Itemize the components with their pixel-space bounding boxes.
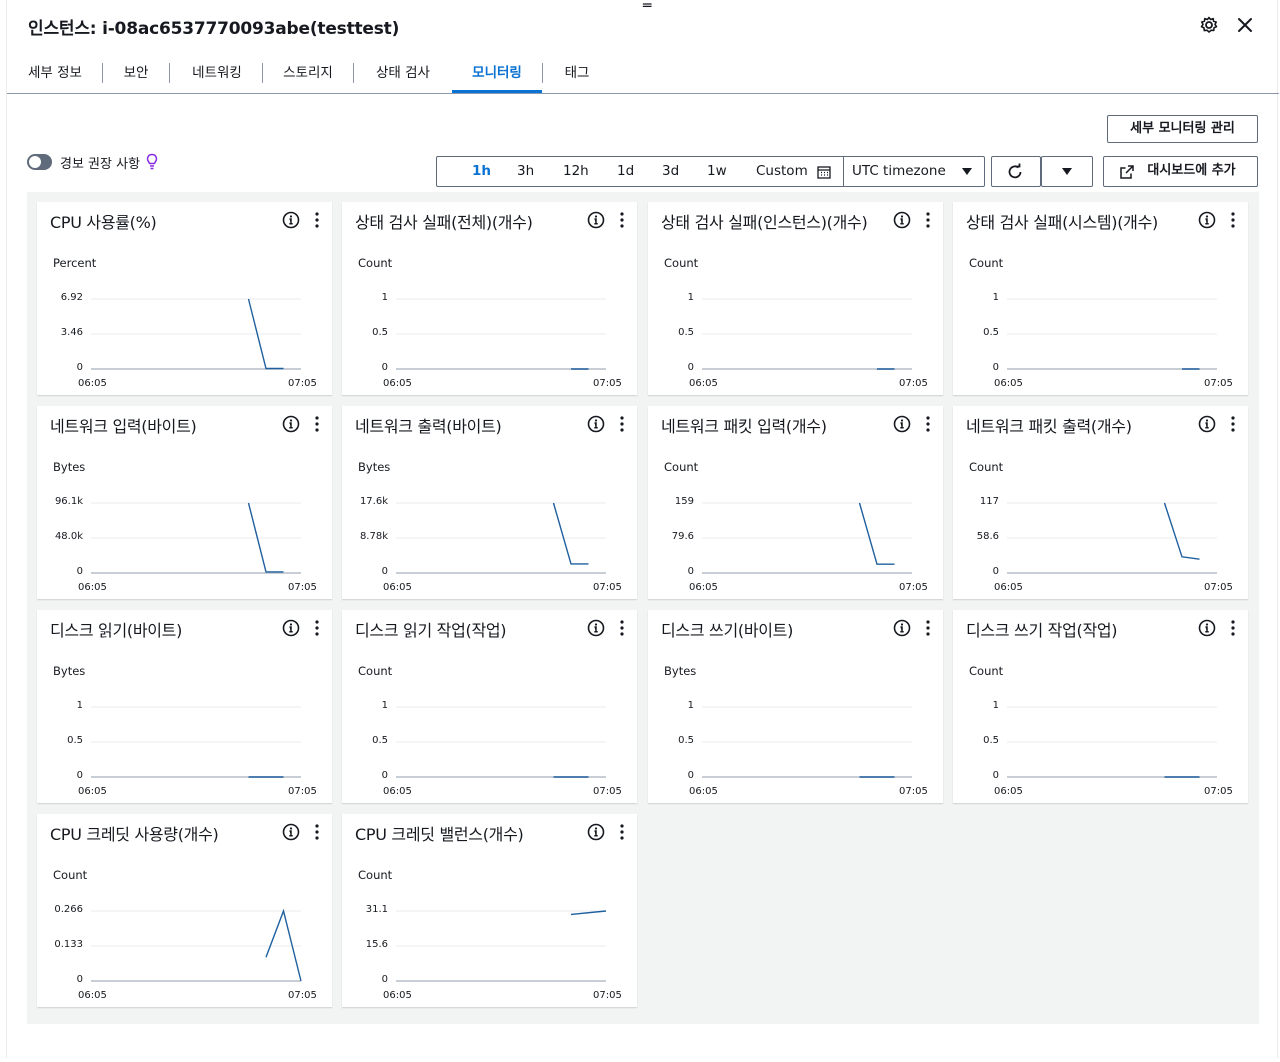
tab-details[interactable]: 세부 정보	[27, 54, 83, 92]
range-1w[interactable]: 1w	[707, 157, 727, 186]
line-chart	[91, 502, 301, 574]
line-chart	[396, 298, 606, 370]
refresh-button[interactable]	[991, 156, 1041, 187]
tab-storage[interactable]: 스토리지	[281, 54, 335, 92]
line-chart	[702, 298, 912, 370]
manage-detailed-monitoring-button[interactable]: 세부 모니터링 관리	[1107, 115, 1258, 143]
metric-card: CPU 사용률(%) Percent 6.92 3.46 0 06:05 07:05	[37, 202, 332, 395]
range-1h[interactable]: 1h	[472, 157, 491, 186]
metric-card: CPU 크레딧 사용량(개수) Count 0.266 0.133 0 06:05 07:0…	[37, 814, 332, 1007]
line-chart	[396, 910, 607, 982]
metric-card: 네트워크 패킷 출력(개수) Count 117 58.6 0 06:05 07:05	[953, 406, 1248, 599]
range-custom[interactable]: Custom	[756, 157, 808, 186]
range-3h[interactable]: 3h	[517, 157, 534, 186]
tab-tags[interactable]: 태그	[563, 54, 591, 92]
time-range-selector: 1h 3h 12h 1d 3d 1w Custom UTC timezone	[436, 156, 985, 187]
line-chart	[1007, 298, 1217, 370]
metric-card: 네트워크 입력(바이트) Bytes 96.1k 48.0k 0 06:05 07:05	[37, 406, 332, 599]
calendar-icon[interactable]	[817, 165, 831, 179]
series-line	[858, 502, 895, 565]
metric-card: 상태 검사 실패(전체)(개수) Count 1 0.5 0 06:05 07:05	[342, 202, 637, 395]
gear-icon[interactable]	[1198, 14, 1220, 36]
series-line	[552, 502, 589, 565]
range-12h[interactable]: 12h	[563, 157, 589, 186]
tab-bar: 세부 정보 보안 네트워킹 스토리지 상태 검사 모니터링 태그	[7, 54, 1279, 94]
add-to-dashboard-label: 대시보드에 추가	[1147, 163, 1236, 178]
tab-monitoring[interactable]: 모니터링	[452, 54, 542, 93]
lightbulb-icon[interactable]	[146, 153, 158, 170]
metric-card: 상태 검사 실패(시스템)(개수) Count 1 0.5 0 06:05 07:05	[953, 202, 1248, 395]
resize-handle-icon[interactable]: ═	[643, 0, 651, 13]
line-chart	[702, 502, 912, 574]
line-chart	[91, 298, 301, 370]
line-chart	[1007, 502, 1217, 574]
line-chart	[396, 706, 606, 778]
metric-card: 디스크 읽기 작업(작업) Count 1 0.5 0 06:05 07:05	[342, 610, 637, 803]
range-1d[interactable]: 1d	[617, 157, 634, 186]
metric-card: CPU 크레딧 밸런스(개수) Count 31.1 15.6 0 06:05 07:05	[342, 814, 637, 1007]
tab-security[interactable]: 보안	[121, 54, 151, 92]
metric-card: 디스크 쓰기(바이트) Bytes 1 0.5 0 06:05 07:05	[648, 610, 943, 803]
instance-detail-panel: ═ 인스턴스: i-08ac6537770093abe(testtest) 세부…	[6, 0, 1279, 1058]
refresh-icon	[1008, 163, 1022, 179]
alarm-recommendations-toggle[interactable]	[27, 154, 52, 170]
external-link-icon	[1120, 165, 1134, 179]
line-chart	[91, 706, 301, 778]
page-title: 인스턴스: i-08ac6537770093abe(testtest)	[28, 19, 400, 39]
series-line	[570, 910, 607, 916]
metric-card: 상태 검사 실패(인스턴스)(개수) Count 1 0.5 0 06:05 07:05	[648, 202, 943, 395]
line-chart	[1007, 706, 1217, 778]
tab-status-checks[interactable]: 상태 검사	[373, 54, 433, 92]
refresh-options-dropdown[interactable]	[1041, 156, 1093, 187]
metric-card: 디스크 읽기(바이트) Bytes 1 0.5 0 06:05 07:05	[37, 610, 332, 803]
tab-networking[interactable]: 네트워킹	[189, 54, 245, 92]
line-chart	[91, 908, 302, 982]
range-3d[interactable]: 3d	[662, 157, 679, 186]
line-chart	[702, 706, 912, 778]
series-line	[1163, 502, 1200, 560]
metrics-grid: CPU 사용률(%) Percent 6.92 3.46 0 06:05 07:05 상태 검…	[27, 192, 1259, 1024]
caret-down-icon	[1062, 168, 1072, 175]
timezone-select[interactable]: UTC timezone	[852, 157, 946, 186]
metric-card: 디스크 쓰기 작업(작업) Count 1 0.5 0 06:05 07:05	[953, 610, 1248, 803]
metric-card: 네트워크 패킷 입력(개수) Count 159 79.6 0 06:05 07:05	[648, 406, 943, 599]
series-line	[247, 502, 284, 573]
line-chart	[396, 502, 606, 574]
metric-card: 네트워크 출력(바이트) Bytes 17.6k 8.78k 0 06:05 07:05	[342, 406, 637, 599]
alarm-recommendations-label: 경보 권장 사항	[60, 157, 141, 172]
caret-down-icon[interactable]	[961, 167, 973, 177]
add-to-dashboard-button[interactable]: 대시보드에 추가	[1103, 156, 1258, 187]
close-icon[interactable]	[1234, 14, 1256, 36]
